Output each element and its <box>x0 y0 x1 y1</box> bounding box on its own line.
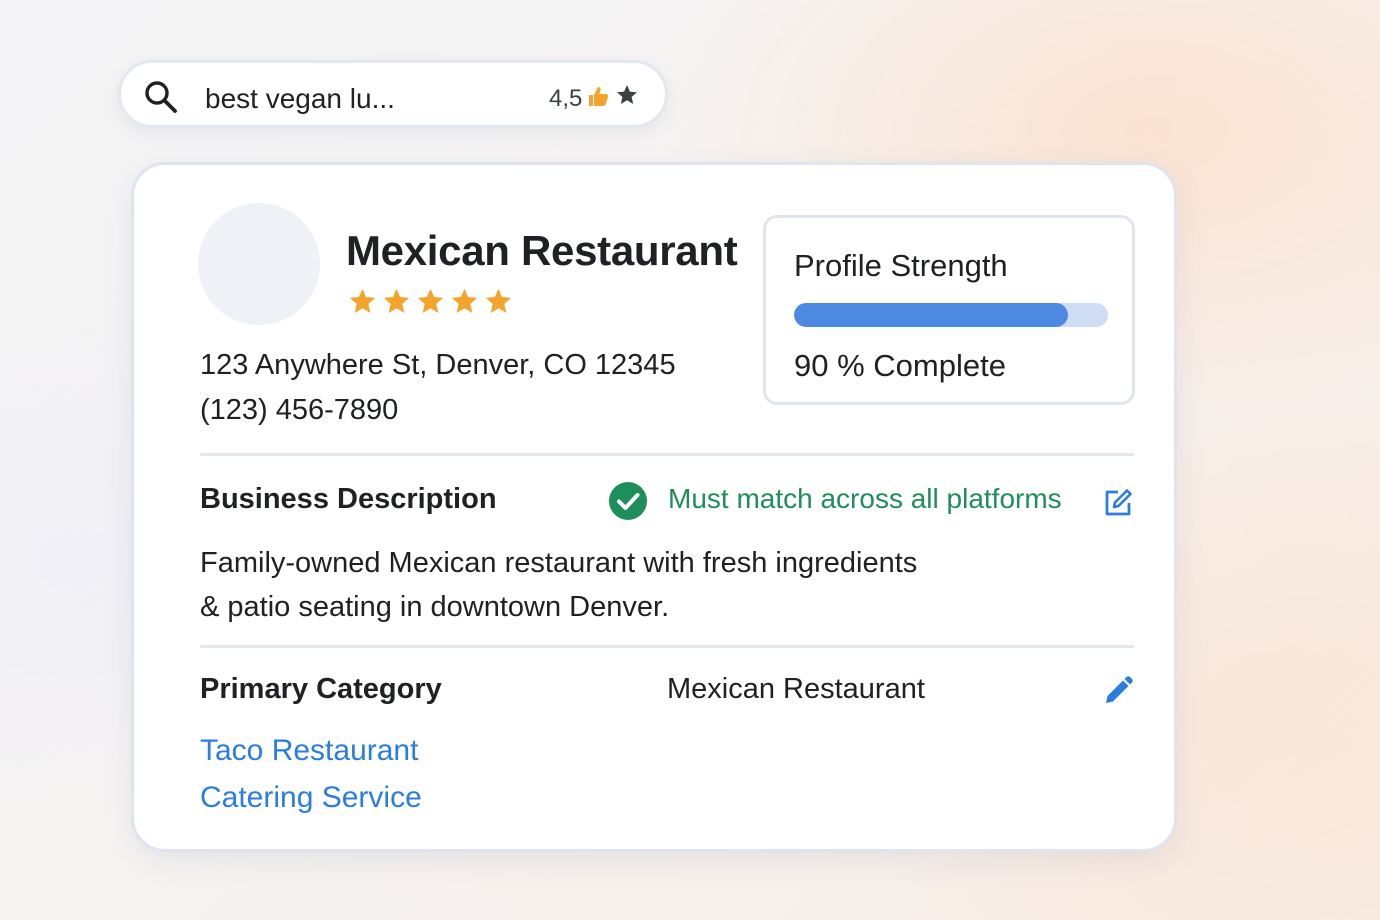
check-circle-icon <box>609 482 647 520</box>
business-description-label: Business Description <box>200 483 497 515</box>
description-line: & patio seating in downtown Denver. <box>200 591 670 623</box>
business-phone: (123) 456-7890 <box>200 394 399 426</box>
divider <box>200 645 1134 648</box>
search-rating: 4,5 <box>549 85 583 112</box>
profile-strength-fill <box>794 303 1069 327</box>
profile-strength-label: 90 % Complete <box>794 348 1006 383</box>
business-address: 123 Anywhere St, Denver, CO 12345 <box>200 349 676 381</box>
category-link-taco-restaurant[interactable]: Taco Restaurant <box>200 734 418 768</box>
business-description-text: Family-owned Mexican restaurant with fre… <box>200 541 980 629</box>
search-query[interactable]: best vegan lu... <box>205 83 395 115</box>
star-icon <box>617 85 637 104</box>
consistency-status: Must match across all platforms <box>668 483 1062 514</box>
business-profile-card: Mexican Restaurant 123 Anywhere St, Denv… <box>131 162 1177 852</box>
star-icon <box>417 288 444 313</box>
primary-category-label: Primary Category <box>200 673 442 705</box>
description-line: Family-owned Mexican restaurant with fre… <box>200 547 918 579</box>
star-rating <box>348 287 513 316</box>
avatar <box>198 203 320 325</box>
star-icon <box>383 288 410 313</box>
divider <box>200 453 1134 456</box>
star-icon <box>349 288 376 313</box>
business-name: Mexican Restaurant <box>346 227 738 274</box>
search-bar[interactable]: best vegan lu... 4,5 <box>118 60 668 128</box>
star-icon <box>485 288 512 313</box>
profile-strength-panel: Profile Strength 90 % Complete <box>763 215 1135 405</box>
edit-description-icon[interactable] <box>1102 487 1134 519</box>
category-link-catering-service[interactable]: Catering Service <box>200 781 422 815</box>
thumbs-up-icon <box>589 87 609 106</box>
profile-strength-title: Profile Strength <box>794 248 1008 283</box>
primary-category-value: Mexican Restaurant <box>667 673 925 705</box>
search-icon[interactable] <box>143 79 179 115</box>
pencil-icon[interactable] <box>1102 675 1134 707</box>
star-icon <box>451 288 478 313</box>
profile-strength-bar <box>794 303 1108 327</box>
